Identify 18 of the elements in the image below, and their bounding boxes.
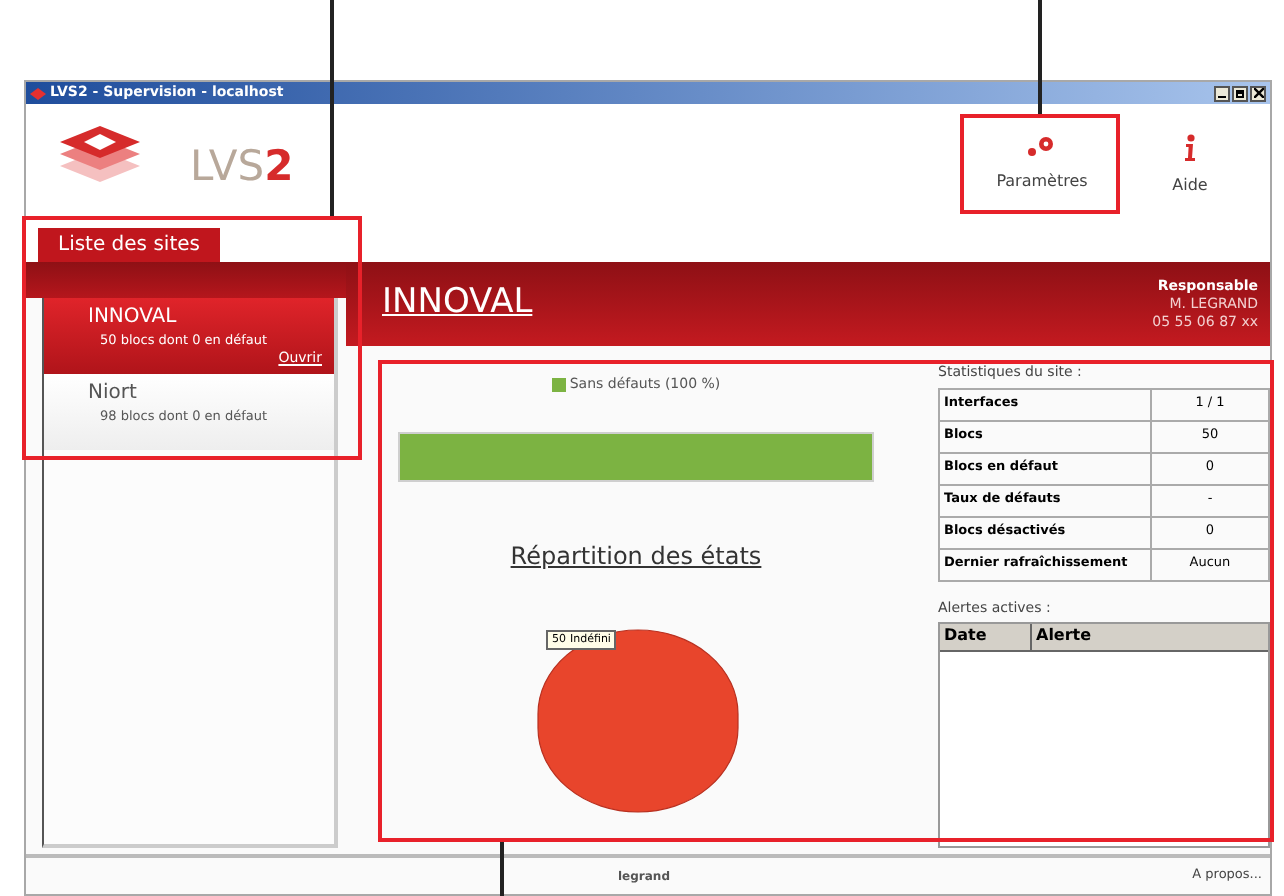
logo-text: LVS2	[190, 145, 294, 187]
site-name: Niort	[88, 382, 139, 406]
site-title: INNOVAL	[382, 280, 533, 327]
gears-icon	[1026, 134, 1058, 158]
leader-line	[1038, 0, 1042, 114]
site-name: INNOVAL	[88, 306, 179, 330]
sites-tab[interactable]: Liste des sites	[38, 228, 220, 262]
app-icon	[30, 87, 46, 99]
info-icon	[1184, 134, 1196, 162]
leader-line	[500, 842, 504, 896]
column-header[interactable]: Alerte	[1032, 624, 1268, 650]
minimize-icon[interactable]	[1214, 85, 1230, 101]
maximize-icon[interactable]	[1232, 85, 1248, 101]
chart-title: Répartition des états	[510, 539, 762, 573]
toolbar-button[interactable]: Aide	[1126, 134, 1254, 198]
close-icon[interactable]	[1250, 85, 1266, 101]
column-header[interactable]: Date	[940, 624, 1032, 650]
toolbar-button[interactable]: Paramètres	[978, 134, 1106, 198]
